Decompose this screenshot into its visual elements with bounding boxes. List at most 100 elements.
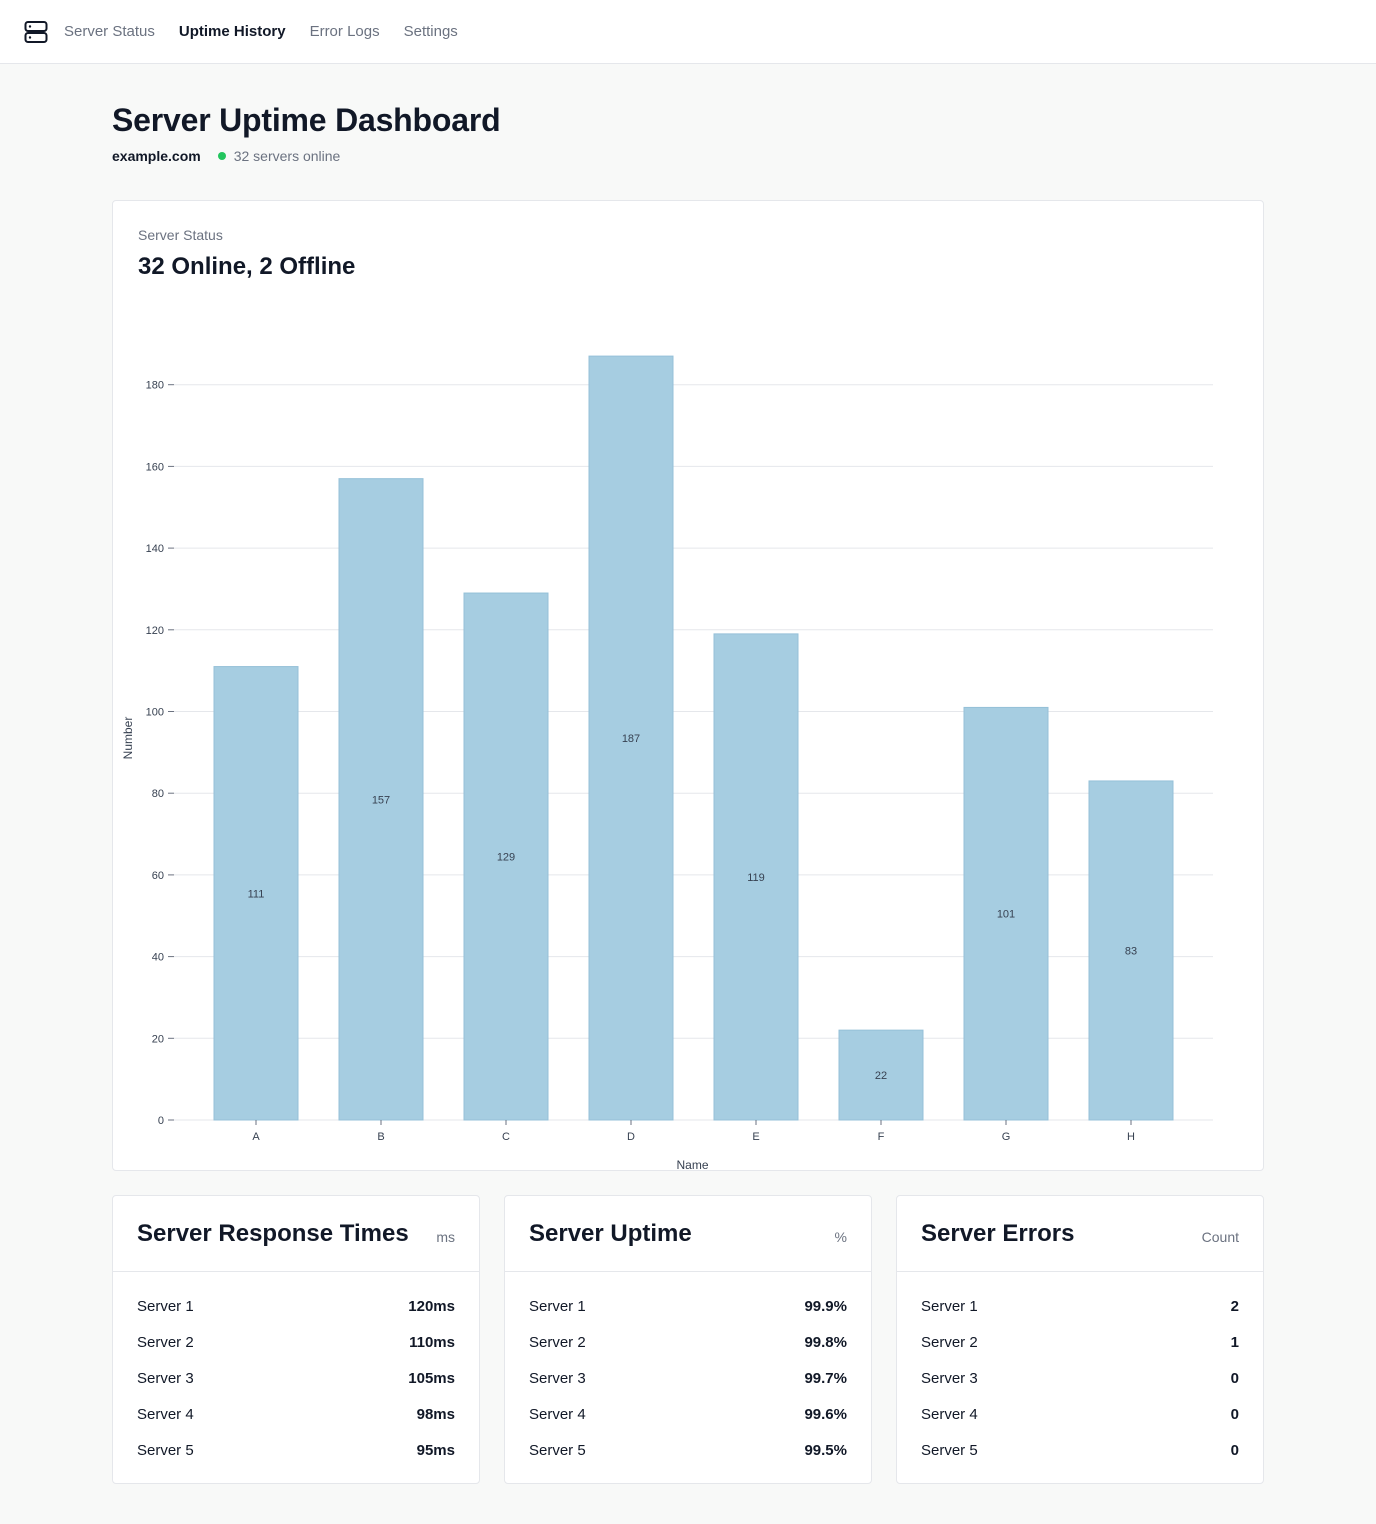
- server-name: Server 4: [529, 1405, 586, 1423]
- nav-uptime-history[interactable]: Uptime History: [179, 23, 286, 40]
- list-item: Server 1 2: [897, 1288, 1263, 1324]
- unit-label: Count: [1201, 1228, 1239, 1245]
- list-item: Server 3 0: [897, 1360, 1263, 1396]
- online-status-dot: [217, 152, 226, 160]
- y-tick-label: 140: [146, 543, 164, 555]
- server-name: Server 4: [137, 1405, 194, 1423]
- list-item: Server 4 0: [897, 1396, 1263, 1432]
- card-title: Server Errors: [921, 1219, 1075, 1247]
- card-header: Server Response Times ms: [113, 1196, 479, 1272]
- list-item: Server 2 110ms: [113, 1324, 479, 1360]
- page-title: Server Uptime Dashboard: [112, 102, 501, 138]
- card-header: Server Uptime %: [505, 1196, 871, 1272]
- x-tick-label: H: [1127, 1131, 1135, 1143]
- x-tick-label: D: [627, 1131, 635, 1143]
- server-value: 99.7%: [804, 1369, 847, 1387]
- bar-value-label: 111: [248, 888, 265, 900]
- server-name: Server 5: [137, 1441, 194, 1459]
- server-value: 0: [1230, 1369, 1239, 1387]
- nav-server-status[interactable]: Server Status: [64, 23, 155, 40]
- list-item: Server 5 0: [897, 1432, 1263, 1468]
- x-tick-label: F: [878, 1131, 885, 1143]
- x-axis-label: Name: [676, 1158, 708, 1170]
- list-item: Server 1 99.9%: [505, 1288, 871, 1324]
- server-name: Server 1: [529, 1297, 586, 1315]
- server-name: Server 2: [529, 1333, 586, 1351]
- server-name: Server 4: [921, 1405, 978, 1423]
- server-status-card: Server Status 32 Online, 2 Offline 0 20 40…: [112, 200, 1264, 1171]
- card-title: Server Response Times: [137, 1219, 409, 1247]
- uptime-card: Server Uptime % Server 1 99.9% Server 2 99…: [504, 1195, 872, 1484]
- top-navigation: Server Status Uptime History Error Logs …: [0, 0, 1376, 64]
- server-value: 0: [1230, 1405, 1239, 1423]
- server-value: 105ms: [408, 1369, 455, 1387]
- bar-value-label: 157: [372, 794, 390, 806]
- server-value: 99.5%: [804, 1441, 847, 1459]
- bar-value-label: 119: [747, 872, 765, 884]
- unit-label: ms: [436, 1228, 455, 1245]
- y-tick-label: 40: [152, 952, 164, 964]
- response-times-card: Server Response Times ms Server 1 120ms S…: [112, 1195, 480, 1484]
- x-tick-label: C: [502, 1131, 510, 1143]
- servers-online-text: 32 servers online: [233, 148, 341, 164]
- server-value: 1: [1230, 1333, 1239, 1351]
- nav-error-logs[interactable]: Error Logs: [310, 23, 380, 40]
- list-item: Server 4 98ms: [113, 1396, 479, 1432]
- list-item: Server 5 99.5%: [505, 1432, 871, 1468]
- domain-label: example.com: [112, 148, 201, 164]
- server-value: 98ms: [416, 1405, 455, 1423]
- server-stack-icon[interactable]: [24, 20, 48, 44]
- server-value: 110ms: [409, 1333, 455, 1351]
- list-item: Server 2 99.8%: [505, 1324, 871, 1360]
- bar-value-label: 129: [497, 852, 515, 864]
- x-tick-label: E: [752, 1131, 759, 1143]
- list-item: Server 1 120ms: [113, 1288, 479, 1324]
- y-axis-label: Number: [121, 717, 135, 760]
- y-tick-label: 120: [146, 625, 164, 637]
- bar-value-label: 83: [1125, 945, 1137, 957]
- server-value: 95ms: [416, 1441, 455, 1459]
- server-name: Server 5: [529, 1441, 586, 1459]
- card-title: Server Uptime: [529, 1219, 692, 1247]
- bar-value-label: 187: [622, 733, 640, 745]
- server-value: 0: [1230, 1441, 1239, 1459]
- list-item: Server 5 95ms: [113, 1432, 479, 1468]
- unit-label: %: [834, 1228, 847, 1245]
- list-item: Server 2 1: [897, 1324, 1263, 1360]
- server-name: Server 5: [921, 1441, 978, 1459]
- y-tick-label: 20: [152, 1033, 164, 1045]
- server-value: 99.8%: [804, 1333, 847, 1351]
- server-value: 99.6%: [804, 1405, 847, 1423]
- page-subheader: example.com 32 servers online: [112, 148, 340, 164]
- server-name: Server 2: [921, 1333, 978, 1351]
- server-value: 99.9%: [804, 1297, 847, 1315]
- stat-list: Server 1 99.9% Server 2 99.8% Server 3 99.7…: [505, 1272, 871, 1468]
- server-name: Server 3: [921, 1369, 978, 1387]
- list-item: Server 3 99.7%: [505, 1360, 871, 1396]
- server-name: Server 1: [137, 1297, 194, 1315]
- list-item: Server 4 99.6%: [505, 1396, 871, 1432]
- y-tick-label: 0: [158, 1115, 164, 1127]
- server-name: Server 3: [529, 1369, 586, 1387]
- server-name: Server 3: [137, 1369, 194, 1387]
- server-name: Server 2: [137, 1333, 194, 1351]
- nav-settings[interactable]: Settings: [404, 23, 458, 40]
- y-tick-label: 180: [146, 380, 164, 392]
- server-value: 2: [1230, 1297, 1239, 1315]
- y-tick-label: 60: [152, 870, 164, 882]
- y-tick-label: 100: [146, 707, 164, 719]
- x-tick-label: G: [1002, 1131, 1011, 1143]
- stat-list: Server 1 120ms Server 2 110ms Server 3 105m…: [113, 1272, 479, 1468]
- list-item: Server 3 105ms: [113, 1360, 479, 1396]
- y-tick-label: 80: [152, 788, 164, 800]
- bar-value-label: 101: [997, 909, 1015, 921]
- card-header: Server Errors Count: [897, 1196, 1263, 1272]
- errors-card: Server Errors Count Server 12 Server 21 …: [896, 1195, 1264, 1484]
- x-tick-label: A: [252, 1131, 260, 1143]
- x-tick-label: B: [377, 1131, 384, 1143]
- server-bar-chart: 0 20 40 60 80 100 120 140 160 180 111 A 157 B 129 C 187 D…: [121, 355, 1213, 1170]
- y-tick-label: 160: [146, 461, 164, 473]
- server-name: Server 1: [921, 1297, 978, 1315]
- stat-list: Server 12 Server 21 Server 30 Server 40 …: [897, 1272, 1263, 1468]
- bar-value-label: 22: [875, 1070, 887, 1082]
